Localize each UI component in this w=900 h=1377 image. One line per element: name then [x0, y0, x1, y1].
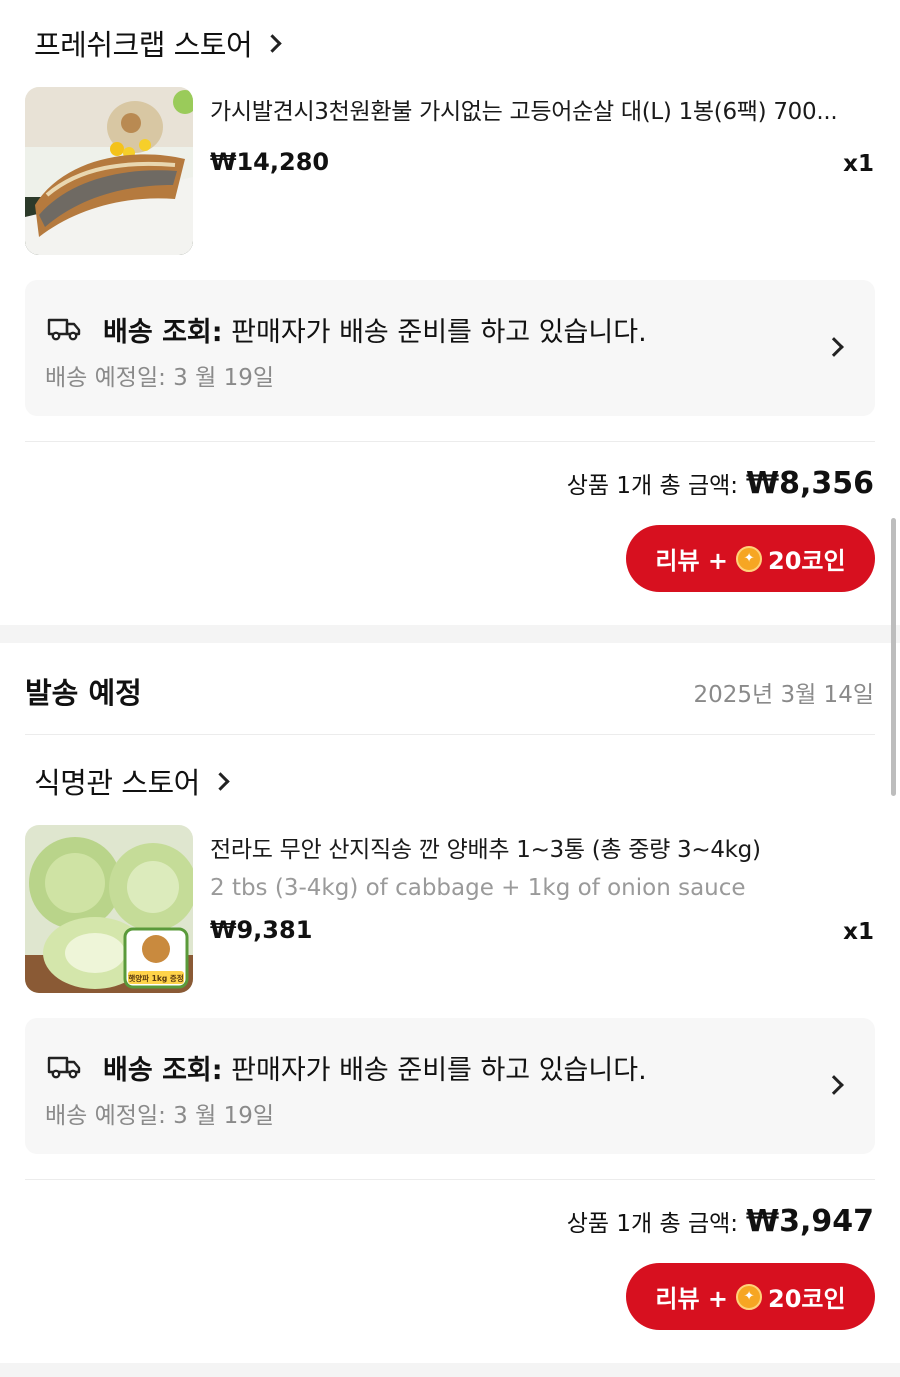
- review-label: 리뷰 +: [655, 1285, 729, 1313]
- product-title[interactable]: 전라도 무안 산지직송 깐 양배추 1~3통 (총 중량 3~4kg): [210, 830, 761, 864]
- product-quantity: x1: [843, 919, 874, 945]
- divider: [25, 1179, 875, 1180]
- chevron-right-icon: [824, 337, 844, 357]
- review-coin-label: 20코인: [768, 547, 846, 575]
- total-amount: ₩3,947: [746, 1204, 874, 1239]
- truck-icon: [47, 318, 81, 341]
- coin-icon: [736, 1283, 763, 1310]
- chevron-right-icon: [211, 771, 230, 791]
- order-total: 상품 1개 총 금액: ₩3,947: [567, 1204, 874, 1239]
- delivery-label: 배송 조회:: [103, 1055, 223, 1086]
- delivery-status-line: 배송 조회: 판매자가 배송 준비를 하고 있습니다.: [103, 1048, 647, 1087]
- review-coin-label: 20코인: [768, 1285, 846, 1313]
- product-price: ₩9,381: [210, 916, 313, 944]
- product-price: ₩14,280: [210, 148, 330, 176]
- section-date: 2025년 3월 14일: [693, 682, 874, 708]
- delivery-status-line: 배송 조회: 판매자가 배송 준비를 하고 있습니다.: [103, 310, 647, 349]
- divider: [25, 441, 875, 442]
- review-button[interactable]: 리뷰 + 20코인: [626, 525, 875, 592]
- total-label: 상품 1개 총 금액:: [566, 473, 739, 499]
- delivery-status: 판매자가 배송 준비를 하고 있습니다.: [222, 1055, 647, 1086]
- delivery-eta: 배송 예정일: 3 월 19일: [45, 1103, 275, 1129]
- section-gap: [0, 1363, 900, 1377]
- product-quantity: x1: [843, 151, 874, 177]
- scrollbar[interactable]: [891, 518, 896, 796]
- thumb-badge-text: 햇양파 1kg 증정: [128, 973, 183, 983]
- review-button[interactable]: 리뷰 + 20코인: [626, 1263, 875, 1330]
- delivery-tracking-box-1[interactable]: 배송 조회: 판매자가 배송 준비를 하고 있습니다. 배송 예정일: 3 월 …: [25, 280, 875, 416]
- section-title: 발송 예정: [25, 676, 142, 710]
- order-total: 상품 1개 총 금액: ₩8,356: [567, 466, 874, 501]
- delivery-status: 판매자가 배송 준비를 하고 있습니다.: [222, 317, 647, 348]
- total-amount: ₩8,356: [746, 466, 874, 501]
- delivery-eta: 배송 예정일: 3 월 19일: [45, 365, 275, 391]
- delivery-tracking-box-2[interactable]: 배송 조회: 판매자가 배송 준비를 하고 있습니다. 배송 예정일: 3 월 …: [25, 1018, 875, 1154]
- store-header-2[interactable]: 식명관 스토어: [34, 760, 230, 802]
- chevron-right-icon: [824, 1075, 844, 1095]
- product-title[interactable]: 가시발견시3천원환불 가시없는 고등어순살 대(L) 1봉(6팩) 700...: [210, 92, 838, 126]
- store-header-1[interactable]: 프레쉬크랩 스토어: [34, 22, 282, 64]
- review-label: 리뷰 +: [655, 547, 729, 575]
- store-name: 프레쉬크랩 스토어: [34, 28, 253, 62]
- product-thumbnail-cabbage[interactable]: 햇양파 1kg 증정: [25, 825, 193, 993]
- mackerel-image: [25, 87, 193, 255]
- truck-icon: [47, 1056, 81, 1079]
- product-option: 2 tbs (3-4kg) of cabbage + 1kg of onion …: [210, 875, 746, 901]
- delivery-label: 배송 조회:: [103, 317, 223, 348]
- total-label: 상품 1개 총 금액:: [566, 1211, 739, 1237]
- coin-icon: [736, 545, 763, 572]
- section-gap: [0, 625, 900, 643]
- divider: [25, 734, 875, 735]
- cabbage-image: 햇양파 1kg 증정: [25, 825, 193, 993]
- chevron-right-icon: [263, 33, 282, 53]
- store-name: 식명관 스토어: [34, 766, 200, 800]
- product-thumbnail-mackerel[interactable]: [25, 87, 193, 255]
